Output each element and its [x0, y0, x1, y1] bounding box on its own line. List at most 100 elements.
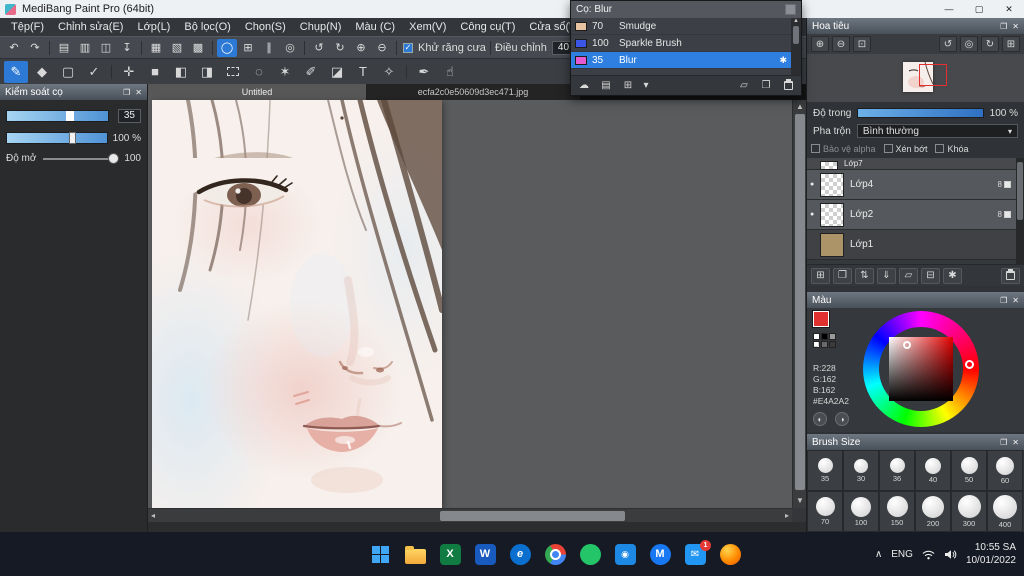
brush-size-slider[interactable]	[6, 110, 109, 122]
rotate-cw-icon[interactable]: ↻	[330, 39, 350, 57]
brush-size-option[interactable]: 40	[915, 450, 951, 491]
bucket-tool-icon[interactable]: ◧	[169, 61, 193, 83]
zoom-out-icon[interactable]: ⊖	[372, 39, 392, 57]
brush-item-smudge[interactable]: 70 Smudge	[571, 18, 791, 35]
scroll-right-icon[interactable]: ▸	[785, 511, 789, 520]
navigator-viewport-rect[interactable]	[919, 64, 947, 86]
delete-brush-button[interactable]	[780, 79, 796, 93]
close-icon[interactable]: ✕	[1012, 296, 1019, 305]
slider-knob[interactable]	[108, 152, 120, 164]
nav-zoom-out-icon[interactable]: ⊖	[832, 36, 850, 52]
edge-button[interactable]: e	[508, 542, 532, 566]
tray-expand-icon[interactable]: ∧	[875, 549, 882, 560]
color-chip[interactable]	[829, 333, 836, 340]
scroll-up-icon[interactable]: ▲	[793, 18, 799, 24]
minimize-button[interactable]: —	[934, 0, 964, 18]
file-explorer-button[interactable]	[403, 542, 427, 566]
menu-cong-cu[interactable]: Công cụ(T)	[453, 21, 522, 33]
color-chip[interactable]	[821, 333, 828, 340]
shape-tool-icon[interactable]: ▢	[56, 61, 80, 83]
menu-tep[interactable]: Tệp(F)	[4, 21, 51, 33]
maximize-button[interactable]: ▢	[964, 0, 994, 18]
nav-rotate-ccw-icon[interactable]: ↺	[939, 36, 957, 52]
nav-zoom-fit-icon[interactable]: ⊡	[853, 36, 871, 52]
merge-down-icon[interactable]: ⇓	[877, 267, 896, 284]
messenger-button[interactable]: M	[648, 542, 672, 566]
gradient-tool-icon[interactable]: ◨	[195, 61, 219, 83]
remove-layer-icon[interactable]: ⊟	[921, 267, 940, 284]
scroll-thumb[interactable]	[793, 26, 799, 44]
word-button[interactable]: W	[473, 542, 497, 566]
brush-popup-header[interactable]: Cọ: Blur	[571, 1, 801, 18]
grid-icon[interactable]: ▦	[146, 39, 166, 57]
hue-wheel[interactable]	[863, 311, 979, 427]
slider-handle[interactable]	[68, 132, 76, 144]
brush-size-option[interactable]: 70	[807, 491, 843, 532]
vertical-scrollbar[interactable]: ▲ ▼	[792, 100, 806, 508]
layers-scroll-thumb[interactable]	[1017, 162, 1023, 220]
layer-row[interactable]: ● Lớp2 8	[807, 200, 1024, 230]
brush-size-option[interactable]: 60	[987, 450, 1023, 491]
color-chip[interactable]	[829, 341, 836, 348]
color-chip[interactable]	[813, 341, 820, 348]
hand-tool-icon[interactable]: ☝	[438, 61, 462, 83]
mail-button[interactable]: ✉ 1	[683, 540, 711, 566]
duplicate-layer-icon[interactable]: ❐	[833, 267, 852, 284]
capture-app-button[interactable]: ◉	[613, 542, 637, 566]
protect-alpha-checkbox[interactable]: Bảo vệ alpha	[811, 143, 876, 154]
add-layer-icon[interactable]: ⊞	[811, 267, 830, 284]
popup-close-button[interactable]	[785, 4, 796, 15]
popout-icon[interactable]: ❐	[1000, 438, 1007, 447]
brush-settings-gear-icon[interactable]: ✱	[779, 55, 787, 66]
open-document-icon[interactable]: ▥	[75, 39, 95, 57]
brush-size-option[interactable]: 100	[843, 491, 879, 532]
slider-handle[interactable]	[65, 111, 74, 121]
brush-item-sparkle[interactable]: 100 Sparkle Brush	[571, 35, 791, 52]
brush-tool-icon[interactable]: ✎	[4, 60, 28, 83]
reorder-layer-icon[interactable]: ⇅	[855, 267, 874, 284]
popout-icon[interactable]: ❐	[1000, 22, 1007, 31]
lock-checkbox[interactable]: Khóa	[935, 143, 969, 154]
navigator-preview[interactable]	[807, 54, 1024, 102]
layer-row[interactable]: Lớp7	[807, 158, 1024, 170]
brush-size-option[interactable]: 30	[843, 450, 879, 491]
snap-grid-icon[interactable]: ⊞	[238, 39, 258, 57]
menu-chinh-sua[interactable]: Chỉnh sửa(E)	[51, 21, 130, 33]
sv-marker[interactable]	[903, 341, 911, 349]
snap-radial-icon[interactable]: ◎	[280, 39, 300, 57]
move-tool-icon[interactable]: ✛	[117, 61, 141, 83]
close-button[interactable]: ✕	[994, 0, 1024, 18]
nav-rotate-cw-icon[interactable]: ↻	[981, 36, 999, 52]
brush-size-option[interactable]: 200	[915, 491, 951, 532]
brush-item-blur[interactable]: 35 Blur ✱	[571, 52, 791, 69]
zoom-in-icon[interactable]: ⊕	[351, 39, 371, 57]
vertical-scroll-thumb[interactable]	[795, 114, 805, 490]
horizontal-scrollbar[interactable]: ◂ ▸	[148, 508, 792, 522]
menu-xem[interactable]: Xem(V)	[402, 21, 453, 33]
nav-reset-view-icon[interactable]: ◎	[960, 36, 978, 52]
select-eraser-tool-icon[interactable]: ◪	[325, 61, 349, 83]
nav-zoom-in-icon[interactable]: ⊕	[811, 36, 829, 52]
menu-chup[interactable]: Chụp(N)	[293, 21, 349, 33]
scroll-down-icon[interactable]: ▼	[796, 496, 804, 505]
clipping-checkbox[interactable]: Xén bớt	[883, 143, 927, 154]
language-indicator[interactable]: ENG	[891, 549, 913, 560]
layers-scrollbar[interactable]	[1016, 158, 1024, 264]
speaker-icon[interactable]	[944, 549, 957, 560]
menu-lop[interactable]: Lớp(L)	[130, 21, 177, 33]
layer-row[interactable]: ● Lớp4 8	[807, 170, 1024, 200]
horizontal-scroll-thumb[interactable]	[440, 511, 625, 521]
undo-icon[interactable]: ↶	[4, 39, 24, 57]
brush-size-option[interactable]: 400	[987, 491, 1023, 532]
delete-layer-button[interactable]	[1001, 267, 1020, 284]
magic-wand-tool-icon[interactable]: ✶	[273, 61, 297, 83]
chrome-button[interactable]	[543, 542, 567, 566]
cloud-upload-icon[interactable]: ☁	[576, 79, 592, 93]
redo-icon[interactable]: ↷	[25, 39, 45, 57]
visibility-icon[interactable]: ●	[810, 181, 820, 188]
brush-opacity-slider[interactable]	[6, 132, 108, 144]
snap-parallel-icon[interactable]: ∥	[259, 39, 279, 57]
popout-icon[interactable]: ❐	[123, 88, 130, 97]
foreground-color-swatch[interactable]	[812, 310, 830, 328]
brush-size-option[interactable]: 50	[951, 450, 987, 491]
